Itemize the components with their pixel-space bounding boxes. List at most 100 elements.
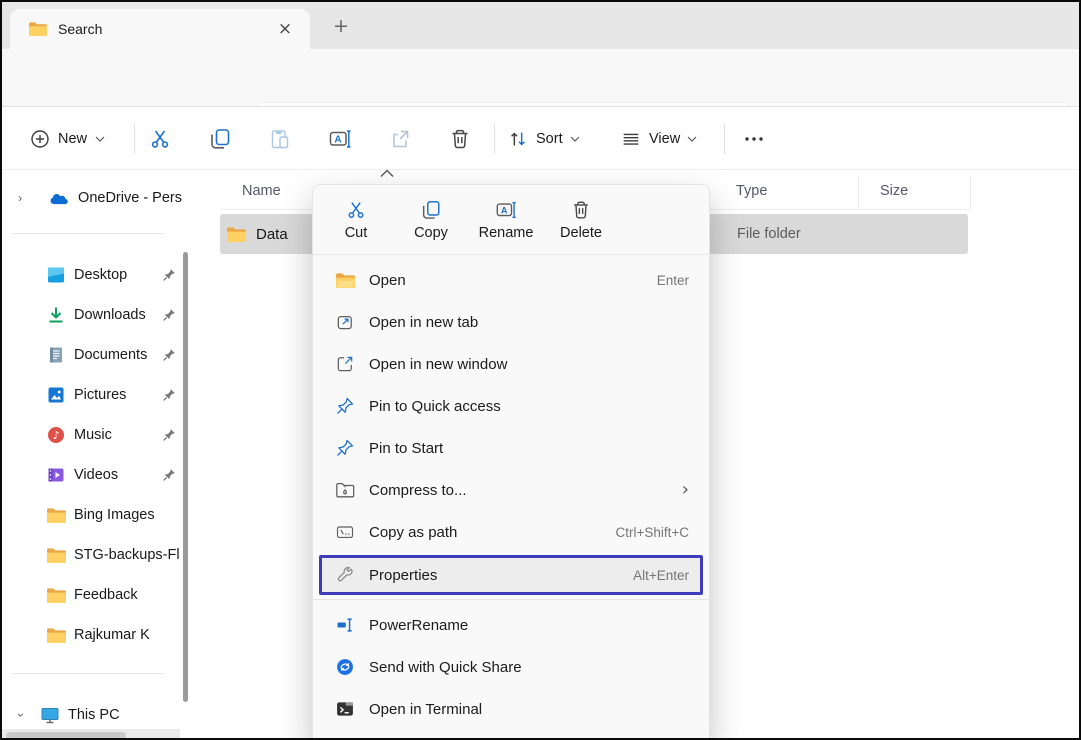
chevron-down-icon	[570, 136, 580, 142]
quick-action-label: Delete	[560, 225, 602, 241]
quick-action-cut[interactable]: Cut	[324, 199, 388, 241]
shortcut-label: Ctrl+Shift+C	[615, 525, 689, 540]
paste-icon[interactable]	[268, 127, 292, 151]
downloads-icon	[46, 305, 66, 325]
menu-item-pin-to-quick-access[interactable]: Pin to Quick access	[313, 385, 709, 427]
command-bar: New A Sort View	[2, 106, 1079, 170]
menu-item-compress-to[interactable]: Compress to... ›	[313, 469, 709, 511]
pictures-icon	[46, 385, 66, 405]
tab-bar: Search × +	[2, 2, 1079, 49]
menu-item-open-in-new-window[interactable]: Open in new window	[313, 343, 709, 385]
sidebar-item-downloads[interactable]: Downloads	[2, 295, 182, 335]
share-icon[interactable]	[388, 127, 412, 151]
pin-icon	[162, 428, 176, 442]
folder-icon	[28, 21, 47, 37]
sidebar-item-documents[interactable]: Documents	[2, 335, 182, 375]
more-icon[interactable]	[742, 127, 766, 151]
quick-action-rename[interactable]: A Rename	[474, 199, 538, 241]
this-pc-icon	[40, 706, 60, 725]
sidebar-item-label: OneDrive - Pers	[78, 190, 182, 206]
tab-close-icon[interactable]: ×	[272, 16, 298, 42]
sidebar-item-label: Rajkumar K	[74, 627, 182, 643]
sidebar-item-label: Feedback	[74, 587, 182, 603]
view-icon	[620, 128, 642, 150]
menu-item-open[interactable]: Open Enter	[313, 259, 709, 301]
menu-separator	[313, 599, 709, 600]
view-label: View	[649, 131, 680, 147]
rename-icon: A	[495, 199, 517, 221]
pin-icon	[162, 308, 176, 322]
view-button[interactable]: View	[620, 123, 697, 155]
shortcut-label: Alt+Enter	[633, 568, 689, 583]
sidebar-item-rajkumar[interactable]: Rajkumar K	[2, 615, 182, 655]
sidebar-item-label: This PC	[68, 707, 182, 723]
desktop-icon	[46, 265, 66, 285]
file-explorer-window: Search × + ← → ↑ ↻ › This PC › Local Dis…	[0, 0, 1081, 740]
sidebar-horizontal-scrollbar[interactable]	[2, 729, 180, 738]
menu-item-copy-as-path[interactable]: Copy as path Ctrl+Shift+C	[313, 511, 709, 553]
copy-icon[interactable]	[208, 127, 232, 151]
svg-text:A: A	[334, 135, 341, 146]
toolbar-divider	[134, 124, 135, 154]
sidebar-item-stg-backups[interactable]: STG-backups-Fl	[2, 535, 182, 575]
sidebar-item-label: Downloads	[74, 307, 162, 323]
sidebar-item-label: Videos	[74, 467, 162, 483]
collapse-chevron-icon[interactable]: ›	[14, 708, 28, 722]
menu-item-open-in-new-tab[interactable]: Open in new tab	[313, 301, 709, 343]
menu-item-send-with-quick-share[interactable]: Send with Quick Share	[313, 646, 709, 688]
menu-item-properties[interactable]: Properties Alt+Enter	[319, 555, 703, 595]
new-button-label: New	[58, 131, 87, 147]
expand-chevron-icon[interactable]: ›	[14, 191, 26, 205]
menu-item-pin-to-start[interactable]: Pin to Start	[313, 427, 709, 469]
copy-as-path-icon	[335, 522, 355, 542]
cut-icon[interactable]	[148, 127, 172, 151]
new-button[interactable]: New	[22, 123, 113, 155]
sidebar-scrollbar[interactable]	[183, 252, 188, 702]
quick-action-delete[interactable]: Delete	[549, 199, 613, 241]
delete-icon[interactable]	[448, 127, 472, 151]
rename-icon[interactable]: A	[328, 127, 352, 151]
menu-item-powerrename[interactable]: PowerRename	[313, 604, 709, 646]
folder-icon	[46, 627, 66, 644]
quick-actions-row: Cut Copy A Rename Delete	[313, 185, 709, 255]
shortcut-label: Enter	[657, 273, 689, 288]
tab-title: Search	[58, 21, 272, 37]
column-divider[interactable]	[970, 176, 971, 208]
sidebar-item-onedrive[interactable]: › OneDrive - Pers	[2, 178, 182, 218]
sort-button[interactable]: Sort	[507, 123, 580, 155]
context-menu: Cut Copy A Rename Delete Open Enter	[312, 184, 710, 740]
terminal-icon	[335, 699, 355, 719]
column-divider[interactable]	[858, 176, 859, 208]
music-icon: ♪	[46, 425, 66, 445]
sidebar-item-desktop[interactable]: Desktop	[2, 255, 182, 295]
pin-icon	[162, 388, 176, 402]
sidebar-item-pictures[interactable]: Pictures	[2, 375, 182, 415]
open-folder-icon	[335, 272, 355, 289]
column-header-size[interactable]: Size	[880, 183, 908, 199]
chevron-down-icon	[95, 136, 105, 142]
toolbar-divider	[724, 124, 725, 154]
new-tab-button[interactable]: +	[328, 13, 354, 39]
open-new-tab-icon	[335, 312, 355, 332]
sidebar-item-bing-images[interactable]: Bing Images	[2, 495, 182, 535]
column-header-type[interactable]: Type	[736, 183, 767, 199]
menu-item-open-in-terminal[interactable]: Open in Terminal	[313, 688, 709, 730]
pin-icon	[335, 438, 355, 458]
scrollbar-thumb[interactable]	[6, 732, 126, 738]
tab-search[interactable]: Search ×	[10, 9, 310, 49]
pin-icon	[162, 468, 176, 482]
sidebar-item-label: Music	[74, 427, 162, 443]
sidebar-item-music[interactable]: ♪ Music	[2, 415, 182, 455]
delete-icon	[570, 199, 592, 221]
navigation-bar: ← → ↑ ↻ › This PC › Local Disk (C:) › Pr…	[2, 49, 1079, 106]
sidebar-item-videos[interactable]: Videos	[2, 455, 182, 495]
sidebar-item-feedback[interactable]: Feedback	[2, 575, 182, 615]
open-new-window-icon	[335, 354, 355, 374]
chevron-up-icon[interactable]	[379, 169, 395, 178]
column-header-name[interactable]: Name	[242, 183, 281, 199]
quick-share-icon	[335, 657, 355, 677]
quick-action-copy[interactable]: Copy	[399, 199, 463, 241]
svg-text:♪: ♪	[53, 429, 60, 442]
folder-icon	[46, 587, 66, 604]
onedrive-cloud-icon	[49, 189, 70, 207]
